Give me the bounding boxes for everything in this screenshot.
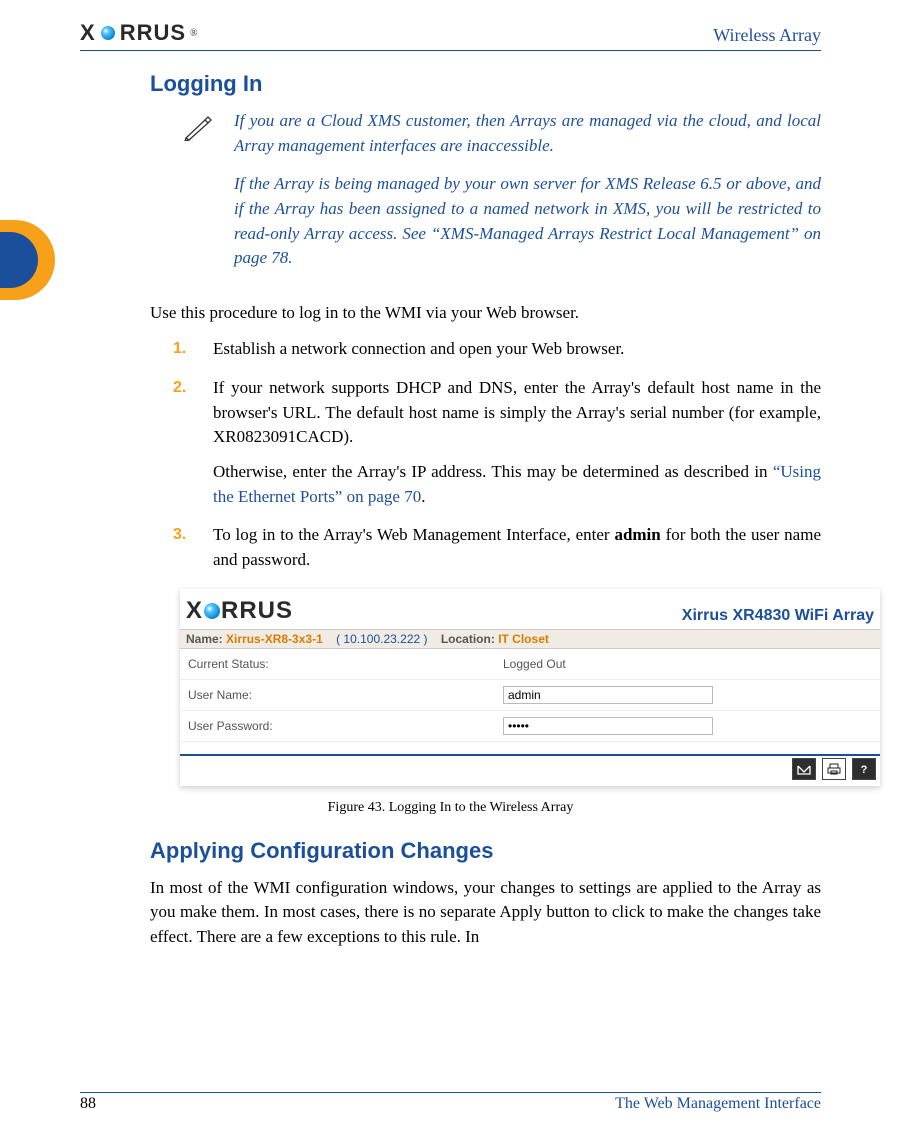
figure-product-title: Xirrus XR4830 WiFi Array <box>682 607 874 625</box>
username-label-cell: User Name: <box>180 679 495 710</box>
password-input[interactable] <box>503 717 713 735</box>
note-paragraph-1: If you are a Cloud XMS customer, then Ar… <box>234 109 821 158</box>
hand-writing-icon <box>180 109 216 285</box>
figure-login-table: Current Status: Logged Out User Name: Us… <box>180 649 880 742</box>
page-header: X RRUS ® Wireless Array <box>80 20 821 51</box>
brand-logo: X RRUS ® <box>80 20 198 46</box>
save-icon[interactable] <box>792 758 816 780</box>
footer-chapter-title: The Web Management Interface <box>615 1095 821 1113</box>
intro-paragraph: Use this procedure to log in to the WMI … <box>150 301 821 326</box>
step-1: Establish a network connection and open … <box>213 337 821 362</box>
step-2-text-b-pre: Otherwise, enter the Array's IP address.… <box>213 462 773 481</box>
fig-logo-dot-icon <box>204 603 220 619</box>
brand-text-1: X <box>80 20 96 46</box>
brand-text-2: RRUS <box>120 20 186 46</box>
step-1-text: Establish a network connection and open … <box>213 339 624 358</box>
step-3-pre: To log in to the Array's Web Management … <box>213 525 614 544</box>
fig-brand-2: RRUS <box>221 597 293 624</box>
step-3-bold: admin <box>614 525 660 544</box>
help-icon[interactable]: ? <box>852 758 876 780</box>
section-heading-applying: Applying Configuration Changes <box>150 838 821 864</box>
password-label-cell: User Password: <box>180 710 495 741</box>
table-row: User Password: <box>180 710 880 741</box>
admonition-note: If you are a Cloud XMS customer, then Ar… <box>180 109 821 285</box>
print-icon[interactable] <box>822 758 846 780</box>
figure-logo: X RRUS <box>186 597 293 625</box>
note-paragraph-2: If the Array is being managed by your ow… <box>234 172 821 271</box>
svg-text:?: ? <box>861 764 868 775</box>
procedure-list: Establish a network connection and open … <box>165 337 821 572</box>
document-title: Wireless Array <box>713 25 821 46</box>
fig-location-value: IT Closet <box>498 632 549 646</box>
screenshot-figure: X RRUS Xirrus XR4830 WiFi Array Name: Xir… <box>180 589 880 786</box>
fig-name-label: Name: <box>186 632 223 646</box>
section2-paragraph: In most of the WMI configuration windows… <box>150 876 821 950</box>
page-number: 88 <box>80 1095 96 1113</box>
status-value-cell: Logged Out <box>495 649 880 680</box>
fig-name-value: Xirrus-XR8-3x3-1 <box>226 632 323 646</box>
step-2: If your network supports DHCP and DNS, e… <box>213 376 821 509</box>
figure-caption: Figure 43. Logging In to the Wireless Ar… <box>80 800 821 816</box>
fig-location-label: Location: <box>441 632 495 646</box>
step-3: To log in to the Array's Web Management … <box>213 523 821 572</box>
table-row: Current Status: Logged Out <box>180 649 880 680</box>
step-2-text-b-post: . <box>421 487 425 506</box>
status-label-cell: Current Status: <box>180 649 495 680</box>
logo-dot-icon <box>101 26 115 40</box>
step-2-text-a: If your network supports DHCP and DNS, e… <box>213 378 821 446</box>
figure-toolbar: ? <box>180 754 880 786</box>
fig-ip-value: ( 10.100.23.222 ) <box>336 632 427 646</box>
page-footer: 88 The Web Management Interface <box>80 1092 821 1113</box>
table-row: User Name: <box>180 679 880 710</box>
fig-brand-1: X <box>186 597 203 624</box>
section-heading-logging-in: Logging In <box>150 71 821 97</box>
side-tab-indicator <box>0 220 55 300</box>
registered-mark: ® <box>190 28 198 39</box>
username-input[interactable] <box>503 686 713 704</box>
figure-info-bar: Name: Xirrus-XR8-3x3-1 ( 10.100.23.222 )… <box>180 629 880 649</box>
